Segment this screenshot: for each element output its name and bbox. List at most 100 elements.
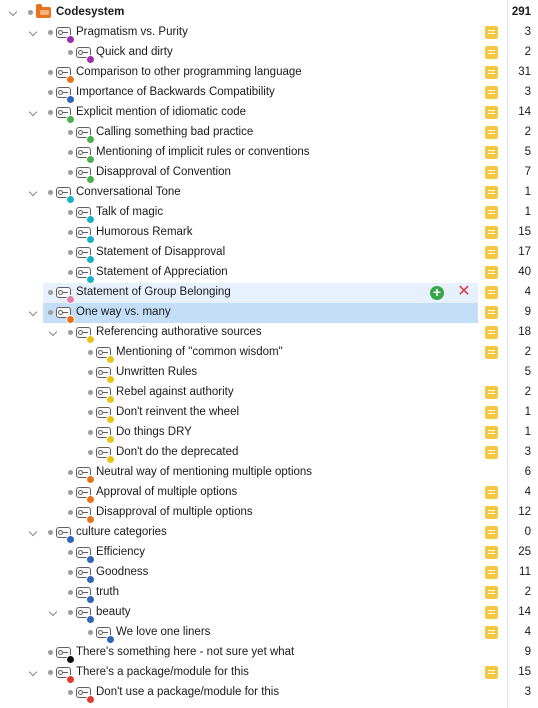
- code-row[interactable]: Calling something bad practice 2: [0, 123, 538, 144]
- activation-dot-icon[interactable]: [68, 610, 73, 615]
- code-row[interactable]: beauty 14: [0, 603, 538, 624]
- expand-chevron-icon[interactable]: [28, 307, 38, 317]
- activation-dot-icon[interactable]: [48, 90, 53, 95]
- activation-dot-icon[interactable]: [68, 590, 73, 595]
- activation-dot-icon[interactable]: [68, 130, 73, 135]
- expand-chevron-icon[interactable]: [48, 607, 58, 617]
- code-row[interactable]: Rebel against authority 2: [0, 383, 538, 404]
- code-color-dot: [66, 535, 75, 544]
- code-label: Codesystem: [56, 6, 125, 18]
- code-row[interactable]: Codesystem 291: [0, 3, 538, 23]
- coded-segment-count: 15: [518, 666, 531, 678]
- code-row[interactable]: Disapproval of Convention 7: [0, 163, 538, 184]
- add-subcode-button[interactable]: +: [430, 285, 444, 300]
- activation-dot-icon[interactable]: [68, 170, 73, 175]
- activation-dot-icon[interactable]: [68, 230, 73, 235]
- expand-chevron-icon[interactable]: [28, 107, 38, 117]
- activation-dot-icon[interactable]: [88, 350, 93, 355]
- activation-dot-icon[interactable]: [48, 190, 53, 195]
- code-row[interactable]: Goodness 11: [0, 563, 538, 584]
- code-label: Explicit mention of idiomatic code: [76, 106, 247, 118]
- activation-dot-icon[interactable]: [68, 250, 73, 255]
- activation-dot-icon[interactable]: [88, 450, 93, 455]
- expand-chevron-icon[interactable]: [48, 327, 58, 337]
- code-row[interactable]: There's something here - not sure yet wh…: [0, 643, 538, 664]
- code-row[interactable]: Referencing authorative sources 18: [0, 323, 538, 344]
- code-row[interactable]: Unwritten Rules 5: [0, 363, 538, 384]
- code-row[interactable]: Efficiency 25: [0, 543, 538, 564]
- activation-dot-icon[interactable]: [88, 370, 93, 375]
- code-row[interactable]: Neutral way of mentioning multiple optio…: [0, 463, 538, 484]
- code-row[interactable]: Don't reinvent the wheel 1: [0, 403, 538, 424]
- code-row[interactable]: We love one liners 4: [0, 623, 538, 644]
- code-row[interactable]: Talk of magic 1: [0, 203, 538, 224]
- activation-dot-icon[interactable]: [68, 550, 73, 555]
- activation-dot-icon[interactable]: [48, 650, 53, 655]
- coded-segment-count: 11: [519, 566, 531, 578]
- code-row[interactable]: truth 2: [0, 583, 538, 604]
- activation-dot-icon[interactable]: [68, 690, 73, 695]
- delete-code-button[interactable]: ✕: [457, 284, 471, 300]
- expand-chevron-icon[interactable]: [28, 27, 38, 37]
- activation-dot-icon[interactable]: [68, 490, 73, 495]
- code-row[interactable]: culture categories 0: [0, 523, 538, 544]
- activation-dot-icon[interactable]: [48, 670, 53, 675]
- code-row[interactable]: Do things DRY 1: [0, 423, 538, 444]
- activation-dot-icon[interactable]: [68, 270, 73, 275]
- activation-dot-icon[interactable]: [68, 210, 73, 215]
- activation-dot-icon[interactable]: [48, 290, 53, 295]
- code-row[interactable]: Mentioning of "common wisdom" 2: [0, 343, 538, 364]
- code-row[interactable]: There's a package/module for this 15: [0, 663, 538, 684]
- code-row[interactable]: Humorous Remark 15: [0, 223, 538, 244]
- code-label: beauty: [96, 606, 131, 618]
- code-row[interactable]: Pragmatism vs. Purity 3: [0, 23, 538, 44]
- activation-dot-icon[interactable]: [88, 390, 93, 395]
- code-row[interactable]: Statement of Appreciation 40: [0, 263, 538, 284]
- code-row[interactable]: Explicit mention of idiomatic code 14: [0, 103, 538, 124]
- code-label: Statement of Disapproval: [96, 246, 226, 258]
- activation-dot-icon[interactable]: [68, 470, 73, 475]
- activation-dot-icon[interactable]: [88, 630, 93, 635]
- code-row[interactable]: Disapproval of multiple options 12: [0, 503, 538, 524]
- codesystem-folder-icon: [36, 4, 51, 18]
- code-color-dot: [86, 275, 95, 284]
- coded-segment-count: 3: [524, 86, 531, 98]
- activation-dot-icon[interactable]: [48, 30, 53, 35]
- code-label: Don't use a package/module for this: [96, 686, 280, 698]
- activation-dot-icon[interactable]: [48, 110, 53, 115]
- activation-dot-icon[interactable]: [68, 330, 73, 335]
- expand-chevron-icon[interactable]: [28, 667, 38, 677]
- code-row[interactable]: Statement of Group Belonging + ✕ 4: [0, 283, 538, 304]
- activation-dot-icon[interactable]: [88, 410, 93, 415]
- activation-dot-icon[interactable]: [68, 570, 73, 575]
- expand-chevron-icon[interactable]: [28, 527, 38, 537]
- coded-segment-count: 4: [524, 626, 531, 638]
- code-label: Humorous Remark: [96, 226, 193, 238]
- code-row[interactable]: Importance of Backwards Compatibility 3: [0, 83, 538, 104]
- activation-dot-icon[interactable]: [48, 70, 53, 75]
- activation-dot-icon[interactable]: [68, 510, 73, 515]
- activation-dot-icon[interactable]: [88, 430, 93, 435]
- code-row[interactable]: Comparison to other programming language…: [0, 63, 538, 84]
- activation-dot-icon[interactable]: [68, 150, 73, 155]
- code-row[interactable]: Statement of Disapproval 17: [0, 243, 538, 264]
- code-label: Don't do the deprecated: [116, 446, 239, 458]
- code-row[interactable]: Conversational Tone 1: [0, 183, 538, 204]
- code-label: truth: [96, 586, 120, 598]
- activation-dot-icon[interactable]: [48, 310, 53, 315]
- activation-dot-icon[interactable]: [48, 530, 53, 535]
- code-row[interactable]: Approval of multiple options 4: [0, 483, 538, 504]
- activation-dot-icon[interactable]: [28, 10, 33, 15]
- code-label: Comparison to other programming language: [76, 66, 302, 78]
- coded-segment-count: 3: [524, 446, 531, 458]
- code-row[interactable]: Mentioning of implicit rules or conventi…: [0, 143, 538, 164]
- code-row[interactable]: Quick and dirty 2: [0, 43, 538, 64]
- expand-chevron-icon[interactable]: [28, 187, 38, 197]
- coded-segment-count: 18: [518, 326, 531, 338]
- code-row[interactable]: Don't do the deprecated 3: [0, 443, 538, 464]
- activation-dot-icon[interactable]: [68, 50, 73, 55]
- code-row[interactable]: One way vs. many 9: [0, 303, 538, 324]
- code-row[interactable]: Don't use a package/module for this 3: [0, 683, 538, 704]
- expand-chevron-icon[interactable]: [8, 7, 18, 17]
- code-label: Importance of Backwards Compatibility: [76, 86, 275, 98]
